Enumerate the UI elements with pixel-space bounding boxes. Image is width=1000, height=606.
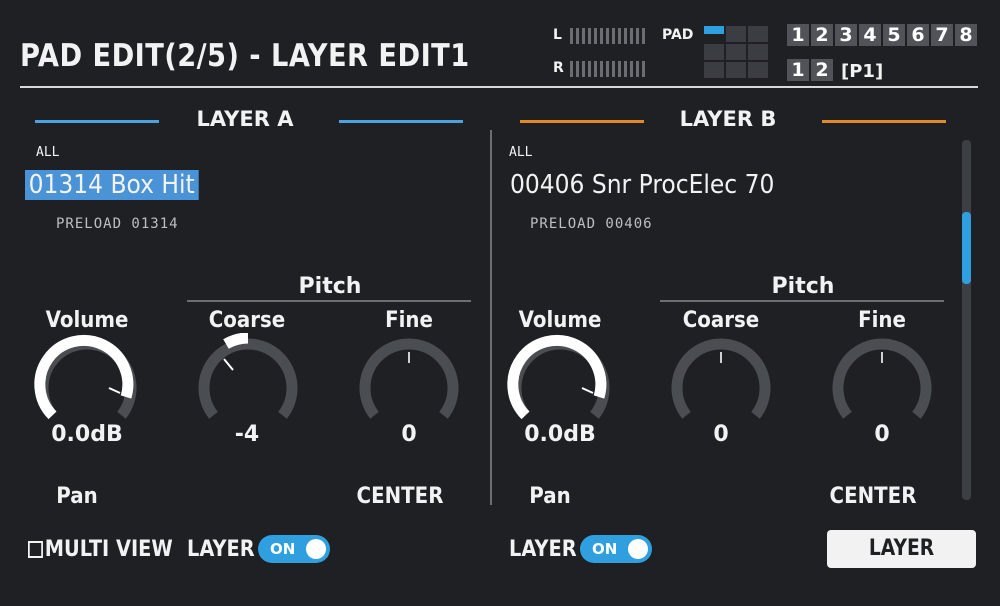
scrollbar-track[interactable] <box>962 140 971 500</box>
toggle-knob-icon <box>628 539 648 559</box>
pad-cell <box>704 44 724 60</box>
layer-a-sample-name-text: 01314 Box Hit <box>25 170 199 200</box>
layer-b-fine-value: 0 <box>874 422 890 447</box>
page-number[interactable]: 2 <box>811 59 833 81</box>
layer-a-heading: LAYER A <box>196 107 294 131</box>
layer-b-accent-line <box>520 120 644 123</box>
bank-number[interactable]: 7 <box>931 24 953 46</box>
bank-number[interactable]: 5 <box>883 24 905 46</box>
layer-a-preload: PRELOAD 01314 <box>56 216 179 232</box>
layer-copy-label: LAYER COPY <box>868 536 935 599</box>
pad-cell <box>748 62 768 78</box>
layer-b-category[interactable]: ALL <box>509 145 532 160</box>
layer-a-volume-label: Volume <box>45 308 129 333</box>
layer-b-volume-value: 0.0dB <box>524 422 596 447</box>
layer-a-fine-knob[interactable] <box>354 333 464 428</box>
toggle-knob-icon <box>306 539 326 559</box>
bank-number[interactable]: 8 <box>955 24 977 46</box>
bank-number[interactable]: 4 <box>859 24 881 46</box>
meter-left-label: L <box>553 27 562 43</box>
pad-cell <box>748 44 768 60</box>
layer-b-volume-knob[interactable] <box>505 333 615 428</box>
scrollbar-thumb[interactable] <box>962 212 971 284</box>
layer-a-sample-name[interactable]: 01314 Box Hit <box>25 170 199 200</box>
layer-b-fine-knob[interactable] <box>827 333 937 428</box>
layer-a-toggle[interactable]: ON <box>258 535 330 563</box>
layer-b-coarse-knob[interactable] <box>666 333 776 428</box>
bank-number[interactable]: 6 <box>907 24 929 46</box>
layer-b-pitch-line <box>660 300 944 302</box>
layer-b-pitch-heading: Pitch <box>771 274 835 299</box>
layer-a-volume-value: 0.0dB <box>51 422 123 447</box>
layer-a-pitch-heading: Pitch <box>298 274 362 299</box>
page-number-row: 1 2 <box>787 59 833 81</box>
layer-b-pan-value[interactable]: CENTER <box>819 484 927 509</box>
meter-right-label: R <box>553 60 564 76</box>
page-title: PAD EDIT(2/5) - LAYER EDIT1 <box>20 38 470 74</box>
layer-b-pan-label: Pan <box>529 484 571 509</box>
multi-view-checkbox[interactable]: MULTI VIEW <box>28 537 173 562</box>
pad-cell <box>726 62 746 78</box>
pad-cell-active <box>704 26 724 34</box>
layer-a-fine-label: Fine <box>385 308 433 333</box>
meter-right-bar <box>570 61 648 77</box>
layer-b-sample-name[interactable]: 00406 Snr ProcElec 70 <box>510 170 774 200</box>
pad-cell <box>726 26 746 42</box>
checkbox-icon <box>28 541 43 558</box>
layer-a-coarse-knob[interactable] <box>193 333 303 428</box>
layer-a-coarse-value: -4 <box>234 422 260 447</box>
layer-b-volume-label: Volume <box>518 308 602 333</box>
layer-a-coarse-label: Coarse <box>208 308 286 333</box>
layer-a-fine-value: 0 <box>401 422 417 447</box>
layer-a-accent-line <box>339 120 463 123</box>
pad-cell <box>726 44 746 60</box>
bank-number-row: 1 2 3 4 5 6 7 8 <box>787 24 977 46</box>
bank-number[interactable]: 1 <box>787 24 809 46</box>
meter-left-bar <box>570 28 648 44</box>
multi-view-label: MULTI VIEW <box>44 537 173 562</box>
header-divider <box>20 86 978 88</box>
pattern-label: [P1] <box>841 61 884 82</box>
layer-b-toggle[interactable]: ON <box>580 535 652 563</box>
layer-a-toggle-state: ON <box>270 540 296 558</box>
layer-b-coarse-label: Coarse <box>682 308 760 333</box>
layer-a-pitch-line <box>187 300 471 302</box>
layer-b-fine-label: Fine <box>858 308 906 333</box>
pad-indicator-grid <box>704 26 768 78</box>
layer-a-volume-knob[interactable] <box>32 333 142 428</box>
layer-b-coarse-value: 0 <box>713 422 729 447</box>
page-number[interactable]: 1 <box>787 59 809 81</box>
pad-cell <box>704 62 724 78</box>
layer-a-pan-label: Pan <box>56 484 98 509</box>
layer-a-toggle-label: LAYER <box>187 537 255 562</box>
pad-cell <box>748 26 768 42</box>
layer-b-heading: LAYER B <box>679 107 777 131</box>
bank-number[interactable]: 2 <box>811 24 833 46</box>
layer-b-accent-line <box>822 120 946 123</box>
layer-divider <box>490 130 492 505</box>
layer-a-pan-value[interactable]: CENTER <box>346 484 454 509</box>
layer-a-category[interactable]: ALL <box>36 145 59 160</box>
pad-label: PAD <box>662 27 694 43</box>
layer-copy-button[interactable]: LAYER COPY <box>827 530 976 599</box>
layer-a-accent-line <box>35 120 159 123</box>
bank-number[interactable]: 3 <box>835 24 857 46</box>
layer-b-preload: PRELOAD 00406 <box>530 216 653 232</box>
layer-b-toggle-state: ON <box>592 540 618 558</box>
layer-b-toggle-label: LAYER <box>509 537 577 562</box>
